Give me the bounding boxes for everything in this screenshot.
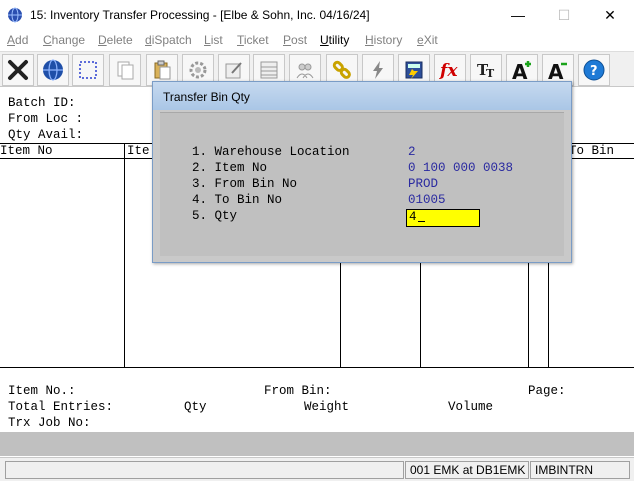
close-x-icon[interactable]	[2, 54, 34, 86]
menu-ticket[interactable]: Ticket	[237, 33, 269, 47]
column-item-no[interactable]: Item No	[0, 144, 53, 158]
app-globe-icon	[8, 7, 22, 23]
batch-id-label: Batch ID:	[8, 96, 76, 110]
from-bin-no-label: 3. From Bin No	[192, 177, 298, 191]
menu-change[interactable]: Change	[43, 33, 85, 47]
qty-label: Qty	[184, 400, 207, 414]
text-cursor	[417, 221, 425, 222]
item-no-field-label: 2. Item No	[192, 161, 268, 175]
grid-divider	[124, 143, 125, 367]
page-label: Page:	[528, 384, 566, 398]
total-entries-label: Total Entries:	[8, 400, 114, 414]
dialog-title-bar[interactable]: Transfer Bin Qty	[153, 82, 571, 110]
menu-post[interactable]: Post	[283, 33, 307, 47]
help-icon[interactable]: ?	[578, 54, 610, 86]
message-bar	[0, 432, 634, 456]
status-bar: 001 EMK at DB1EMK IMBINTRN	[0, 457, 634, 481]
warehouse-location-label: 1. Warehouse Location	[192, 145, 350, 159]
to-bin-no-value[interactable]: 01005	[408, 193, 446, 207]
qty-avail-label: Qty Avail:	[8, 128, 84, 142]
volume-label: Volume	[448, 400, 494, 414]
maximize-button[interactable]: ☐	[541, 0, 587, 30]
qty-field-label: 5. Qty	[192, 209, 238, 223]
trx-job-no-label: Trx Job No:	[8, 416, 91, 430]
menu-bar: Add Change Delete diSpatch List Ticket P…	[0, 30, 634, 50]
grid-bottom-line	[0, 367, 634, 368]
minimize-button[interactable]: —	[495, 0, 541, 30]
status-user: 001 EMK at DB1EMK	[405, 461, 529, 479]
dialog-title: Transfer Bin Qty	[163, 90, 250, 104]
item-no-label: Item No.:	[8, 384, 76, 398]
svg-text:T: T	[486, 67, 495, 80]
close-button[interactable]: ✕	[587, 0, 633, 30]
copy-icon[interactable]	[109, 54, 141, 86]
menu-list[interactable]: List	[204, 33, 223, 47]
status-message	[5, 461, 404, 479]
column-item-desc[interactable]: Ite	[127, 144, 150, 158]
qty-input-value: 4	[409, 210, 417, 224]
menu-dispatch[interactable]: diSpatch	[145, 33, 192, 47]
menu-history[interactable]: History	[365, 33, 402, 47]
menu-delete[interactable]: Delete	[98, 33, 133, 47]
item-no-value[interactable]: 0 100 000 0038	[408, 161, 513, 175]
column-to-bin[interactable]: To Bin	[569, 144, 614, 158]
window-title: 15: Inventory Transfer Processing - [Elb…	[30, 8, 370, 22]
weight-label: Weight	[304, 400, 350, 414]
transfer-bin-qty-dialog: Transfer Bin Qty 1. Warehouse Location 2…	[152, 81, 572, 263]
globe-icon[interactable]	[37, 54, 69, 86]
menu-exit[interactable]: eXit	[417, 33, 438, 47]
status-program: IMBINTRN	[530, 461, 630, 479]
warehouse-location-value[interactable]: 2	[408, 145, 416, 159]
from-bin-no-value[interactable]: PROD	[408, 177, 438, 191]
from-loc-label: From Loc :	[8, 112, 84, 126]
to-bin-no-label: 4. To Bin No	[192, 193, 283, 207]
qty-input[interactable]: 4	[406, 209, 480, 227]
select-rect-icon[interactable]	[72, 54, 104, 86]
svg-text:?: ?	[590, 64, 598, 79]
svg-text:fx: fx	[439, 61, 458, 81]
from-bin-label: From Bin:	[264, 384, 332, 398]
dialog-body: 1. Warehouse Location 2 2. Item No 0 100…	[160, 112, 564, 256]
menu-utility[interactable]: Utility	[320, 33, 349, 47]
title-bar: 15: Inventory Transfer Processing - [Elb…	[0, 0, 634, 30]
menu-add[interactable]: Add	[7, 33, 28, 47]
